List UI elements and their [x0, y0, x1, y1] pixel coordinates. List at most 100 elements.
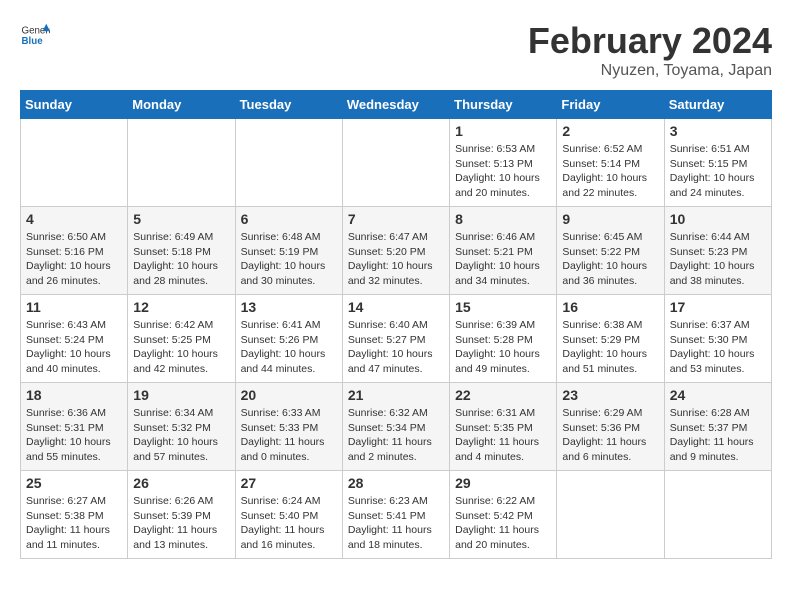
- weekday-header-saturday: Saturday: [664, 91, 771, 119]
- calendar-cell: 2 Sunrise: 6:52 AM Sunset: 5:14 PM Daylig…: [557, 119, 664, 207]
- day-info: Sunrise: 6:37 AM Sunset: 5:30 PM Dayligh…: [670, 318, 766, 377]
- day-info: Sunrise: 6:41 AM Sunset: 5:26 PM Dayligh…: [241, 318, 337, 377]
- calendar-cell: 23 Sunrise: 6:29 AM Sunset: 5:36 PM Dayli…: [557, 383, 664, 471]
- week-row-5: 25 Sunrise: 6:27 AM Sunset: 5:38 PM Dayli…: [21, 471, 772, 559]
- logo: General Blue: [20, 20, 50, 50]
- day-number: 20: [241, 387, 337, 403]
- day-info: Sunrise: 6:36 AM Sunset: 5:31 PM Dayligh…: [26, 406, 122, 465]
- day-number: 2: [562, 123, 658, 139]
- day-info: Sunrise: 6:24 AM Sunset: 5:40 PM Dayligh…: [241, 494, 337, 553]
- calendar-cell: [557, 471, 664, 559]
- day-info: Sunrise: 6:34 AM Sunset: 5:32 PM Dayligh…: [133, 406, 229, 465]
- weekday-header-thursday: Thursday: [450, 91, 557, 119]
- day-number: 13: [241, 299, 337, 315]
- calendar-cell: 29 Sunrise: 6:22 AM Sunset: 5:42 PM Dayli…: [450, 471, 557, 559]
- calendar-cell: 1 Sunrise: 6:53 AM Sunset: 5:13 PM Daylig…: [450, 119, 557, 207]
- calendar-cell: 18 Sunrise: 6:36 AM Sunset: 5:31 PM Dayli…: [21, 383, 128, 471]
- calendar-cell: 21Sunrise: 6:32 AM Sunset: 5:34 PM Dayli…: [342, 383, 449, 471]
- calendar-cell: 26 Sunrise: 6:26 AM Sunset: 5:39 PM Dayli…: [128, 471, 235, 559]
- calendar-cell: 5 Sunrise: 6:49 AM Sunset: 5:18 PM Daylig…: [128, 207, 235, 295]
- week-row-4: 18 Sunrise: 6:36 AM Sunset: 5:31 PM Dayli…: [21, 383, 772, 471]
- day-number: 1: [455, 123, 551, 139]
- day-info: Sunrise: 6:45 AM Sunset: 5:22 PM Dayligh…: [562, 230, 658, 289]
- day-info: Sunrise: 6:29 AM Sunset: 5:36 PM Dayligh…: [562, 406, 658, 465]
- day-number: 5: [133, 211, 229, 227]
- day-info: Sunrise: 6:31 AM Sunset: 5:35 PM Dayligh…: [455, 406, 551, 465]
- calendar-cell: 20 Sunrise: 6:33 AM Sunset: 5:33 PM Dayli…: [235, 383, 342, 471]
- day-info: Sunrise: 6:52 AM Sunset: 5:14 PM Dayligh…: [562, 142, 658, 201]
- calendar-cell: 22 Sunrise: 6:31 AM Sunset: 5:35 PM Dayli…: [450, 383, 557, 471]
- calendar-cell: 17 Sunrise: 6:37 AM Sunset: 5:30 PM Dayli…: [664, 295, 771, 383]
- location: Nyuzen, Toyama, Japan: [528, 62, 772, 80]
- calendar-cell: 6 Sunrise: 6:48 AM Sunset: 5:19 PM Daylig…: [235, 207, 342, 295]
- day-number: 16: [562, 299, 658, 315]
- day-number: 14: [348, 299, 444, 315]
- day-info: Sunrise: 6:48 AM Sunset: 5:19 PM Dayligh…: [241, 230, 337, 289]
- calendar-cell: 9 Sunrise: 6:45 AM Sunset: 5:22 PM Daylig…: [557, 207, 664, 295]
- calendar-cell: [21, 119, 128, 207]
- week-row-1: 1 Sunrise: 6:53 AM Sunset: 5:13 PM Daylig…: [21, 119, 772, 207]
- day-number: 29: [455, 475, 551, 491]
- day-info: Sunrise: 6:42 AM Sunset: 5:25 PM Dayligh…: [133, 318, 229, 377]
- calendar-cell: 11 Sunrise: 6:43 AM Sunset: 5:24 PM Dayli…: [21, 295, 128, 383]
- day-number: 22: [455, 387, 551, 403]
- day-number: 6: [241, 211, 337, 227]
- day-info: Sunrise: 6:49 AM Sunset: 5:18 PM Dayligh…: [133, 230, 229, 289]
- day-info: Sunrise: 6:33 AM Sunset: 5:33 PM Dayligh…: [241, 406, 337, 465]
- calendar-cell: [128, 119, 235, 207]
- calendar-cell: [235, 119, 342, 207]
- day-number: 9: [562, 211, 658, 227]
- svg-text:Blue: Blue: [22, 36, 44, 47]
- calendar-cell: 7 Sunrise: 6:47 AM Sunset: 5:20 PM Daylig…: [342, 207, 449, 295]
- calendar-cell: 15Sunrise: 6:39 AM Sunset: 5:28 PM Dayli…: [450, 295, 557, 383]
- calendar-table: SundayMondayTuesdayWednesdayThursdayFrid…: [20, 90, 772, 559]
- day-info: Sunrise: 6:47 AM Sunset: 5:20 PM Dayligh…: [348, 230, 444, 289]
- weekday-header-monday: Monday: [128, 91, 235, 119]
- weekday-header-sunday: Sunday: [21, 91, 128, 119]
- calendar-cell: 10 Sunrise: 6:44 AM Sunset: 5:23 PM Dayli…: [664, 207, 771, 295]
- day-number: 27: [241, 475, 337, 491]
- day-number: 28: [348, 475, 444, 491]
- day-info: Sunrise: 6:43 AM Sunset: 5:24 PM Dayligh…: [26, 318, 122, 377]
- calendar-cell: 25 Sunrise: 6:27 AM Sunset: 5:38 PM Dayli…: [21, 471, 128, 559]
- day-number: 15: [455, 299, 551, 315]
- calendar-cell: [342, 119, 449, 207]
- calendar-cell: 14 Sunrise: 6:40 AM Sunset: 5:27 PM Dayli…: [342, 295, 449, 383]
- logo-icon: General Blue: [20, 20, 50, 50]
- day-info: Sunrise: 6:27 AM Sunset: 5:38 PM Dayligh…: [26, 494, 122, 553]
- day-info: Sunrise: 6:40 AM Sunset: 5:27 PM Dayligh…: [348, 318, 444, 377]
- day-info: Sunrise: 6:44 AM Sunset: 5:23 PM Dayligh…: [670, 230, 766, 289]
- page-header: General Blue February 2024 Nyuzen, Toyam…: [20, 20, 772, 80]
- day-info: Sunrise: 6:53 AM Sunset: 5:13 PM Dayligh…: [455, 142, 551, 201]
- day-number: 21: [348, 387, 444, 403]
- month-title: February 2024: [528, 20, 772, 62]
- week-row-2: 4Sunrise: 6:50 AM Sunset: 5:16 PM Daylig…: [21, 207, 772, 295]
- day-info: Sunrise: 6:22 AM Sunset: 5:42 PM Dayligh…: [455, 494, 551, 553]
- day-info: Sunrise: 6:51 AM Sunset: 5:15 PM Dayligh…: [670, 142, 766, 201]
- day-number: 25: [26, 475, 122, 491]
- day-info: Sunrise: 6:38 AM Sunset: 5:29 PM Dayligh…: [562, 318, 658, 377]
- day-number: 26: [133, 475, 229, 491]
- calendar-cell: 12Sunrise: 6:42 AM Sunset: 5:25 PM Dayli…: [128, 295, 235, 383]
- calendar-cell: 8Sunrise: 6:46 AM Sunset: 5:21 PM Daylig…: [450, 207, 557, 295]
- day-info: Sunrise: 6:23 AM Sunset: 5:41 PM Dayligh…: [348, 494, 444, 553]
- day-number: 23: [562, 387, 658, 403]
- calendar-cell: 27 Sunrise: 6:24 AM Sunset: 5:40 PM Dayli…: [235, 471, 342, 559]
- calendar-cell: 24Sunrise: 6:28 AM Sunset: 5:37 PM Dayli…: [664, 383, 771, 471]
- day-number: 17: [670, 299, 766, 315]
- day-number: 18: [26, 387, 122, 403]
- day-info: Sunrise: 6:50 AM Sunset: 5:16 PM Dayligh…: [26, 230, 122, 289]
- weekday-header-row: SundayMondayTuesdayWednesdayThursdayFrid…: [21, 91, 772, 119]
- calendar-cell: 28 Sunrise: 6:23 AM Sunset: 5:41 PM Dayli…: [342, 471, 449, 559]
- day-number: 7: [348, 211, 444, 227]
- day-info: Sunrise: 6:26 AM Sunset: 5:39 PM Dayligh…: [133, 494, 229, 553]
- calendar-cell: [664, 471, 771, 559]
- calendar-cell: 16 Sunrise: 6:38 AM Sunset: 5:29 PM Dayli…: [557, 295, 664, 383]
- weekday-header-friday: Friday: [557, 91, 664, 119]
- day-info: Sunrise: 6:28 AM Sunset: 5:37 PM Dayligh…: [670, 406, 766, 465]
- day-number: 10: [670, 211, 766, 227]
- calendar-cell: 13 Sunrise: 6:41 AM Sunset: 5:26 PM Dayli…: [235, 295, 342, 383]
- day-number: 19: [133, 387, 229, 403]
- weekday-header-tuesday: Tuesday: [235, 91, 342, 119]
- day-number: 11: [26, 299, 122, 315]
